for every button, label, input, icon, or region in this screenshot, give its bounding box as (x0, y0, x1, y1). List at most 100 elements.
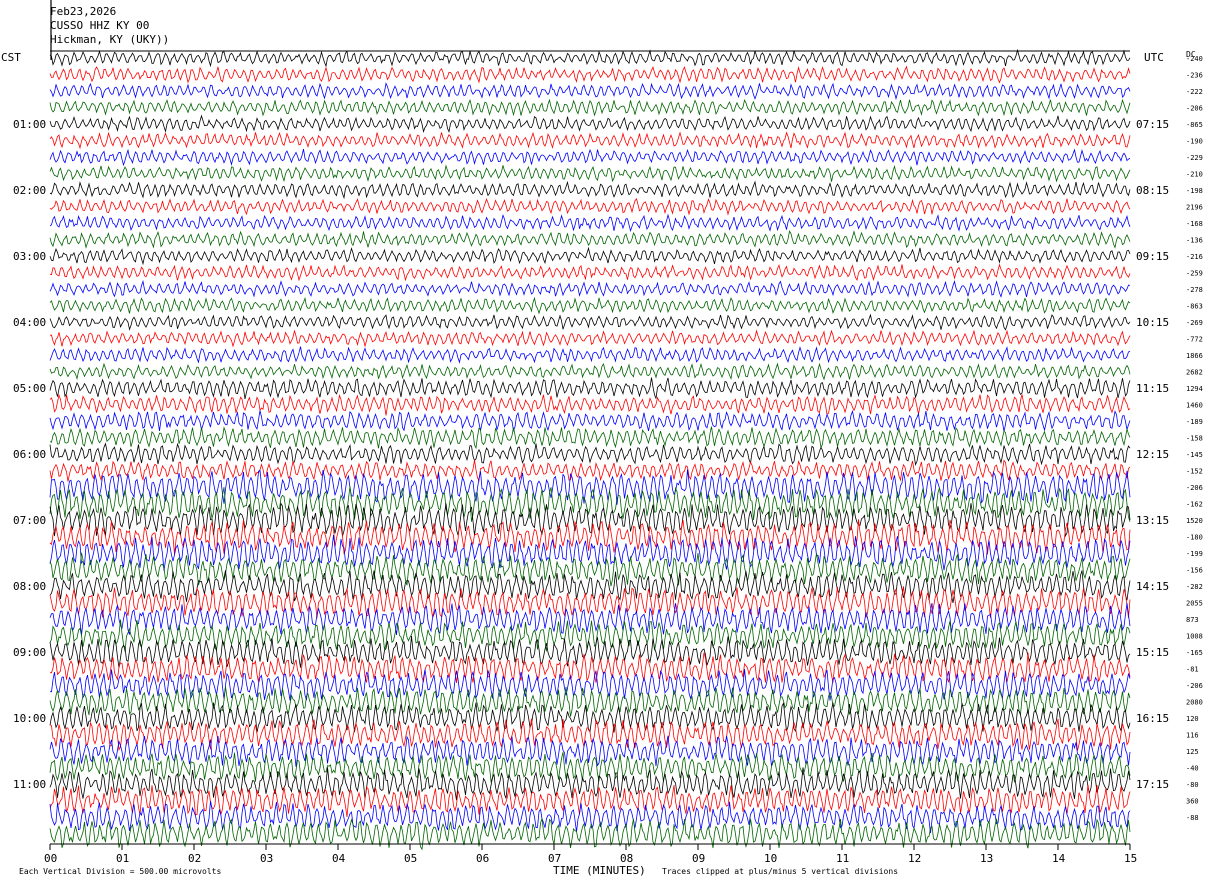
dc-offset-label: -136 (1186, 237, 1203, 245)
dc-offset-label: -236 (1186, 72, 1203, 80)
x-tick-label: 11 (836, 852, 849, 865)
dc-offset-label: 2196 (1186, 204, 1203, 212)
trace-line (49, 818, 1131, 851)
dc-offset-label: -189 (1186, 418, 1203, 426)
trace-line (49, 362, 1131, 381)
dc-offset-label: -210 (1186, 171, 1203, 179)
cst-hour-label: 01:00 (13, 118, 46, 131)
cst-hour-label: 02:00 (13, 184, 46, 197)
dc-offset-label: -180 (1186, 534, 1203, 542)
trace-line (49, 409, 1131, 433)
dc-offset-label: 125 (1186, 748, 1199, 756)
utc-hour-label: 15:15 (1136, 646, 1169, 659)
dc-offset-label: 2055 (1186, 600, 1203, 608)
dc-offset-label: -40 (1186, 765, 1199, 773)
dc-offset-label: -145 (1186, 451, 1203, 459)
x-axis-ticks: 00 01 02 03 04 05 06 07 08 09 10 11 12 13 14 15 (44, 844, 1137, 865)
x-tick-label: 15 (1124, 852, 1137, 865)
trace-line (49, 164, 1131, 183)
dc-offset-label: -158 (1186, 435, 1203, 443)
x-tick-label: 13 (980, 852, 993, 865)
cst-hour-label: 04:00 (13, 316, 46, 329)
x-tick-label: 09 (692, 852, 705, 865)
cst-label: CST (1, 51, 21, 64)
trace-line (49, 263, 1131, 282)
dc-offset-label: -168 (1186, 220, 1203, 228)
cst-hour-label: 05:00 (13, 382, 46, 395)
dc-offset-label: -863 (1186, 303, 1203, 311)
trace-line (49, 669, 1131, 701)
x-tick-label: 06 (476, 852, 489, 865)
utc-hour-label: 11:15 (1136, 382, 1169, 395)
x-tick-label: 10 (764, 852, 777, 865)
trace-line (49, 718, 1131, 752)
dc-offset-label: -88 (1186, 814, 1199, 822)
utc-hour-label: 13:15 (1136, 514, 1169, 527)
dc-offset-labels: -240-236-222-206-865-190-229-210-1982196… (1186, 55, 1203, 822)
x-tick-label: 04 (332, 852, 346, 865)
trace-line (49, 114, 1131, 134)
trace-line (49, 98, 1131, 117)
dc-offset-label: -229 (1186, 154, 1203, 162)
trace-line (49, 393, 1131, 416)
trace-line (49, 635, 1131, 669)
cst-hour-label: 06:00 (13, 448, 46, 461)
dc-offset-label: 1866 (1186, 352, 1203, 360)
dc-offset-label: -80 (1186, 781, 1199, 789)
dc-offset-label: -216 (1186, 253, 1203, 261)
utc-hour-label: 16:15 (1136, 712, 1169, 725)
dc-offset-label: -278 (1186, 286, 1203, 294)
dc-offset-label: 1460 (1186, 402, 1203, 410)
trace-line (49, 198, 1131, 216)
dc-offset-label: -772 (1186, 336, 1203, 344)
utc-label: UTC (1144, 51, 1164, 64)
x-tick-label: 05 (404, 852, 417, 865)
dc-offset-label: -190 (1186, 138, 1203, 146)
cst-hour-label: 09:00 (13, 646, 46, 659)
trace-line (49, 131, 1131, 150)
utc-hour-label: 10:15 (1136, 316, 1169, 329)
trace-line (49, 442, 1131, 466)
trace-line (49, 469, 1131, 505)
trace-line (49, 586, 1131, 619)
station-label: CUSSO HHZ KY 00 (50, 19, 150, 32)
dc-offset-label: 120 (1186, 715, 1199, 723)
dc-offset-label: -165 (1186, 649, 1203, 657)
trace-line (49, 213, 1131, 233)
dc-offset-label: -269 (1186, 319, 1203, 327)
division-note: Each Vertical Division = 500.00 microvol… (19, 867, 222, 876)
dc-offset-label: -162 (1186, 501, 1203, 509)
dc-offset-label: -152 (1186, 468, 1203, 476)
dc-offset-label: -156 (1186, 567, 1203, 575)
trace-line (49, 313, 1131, 331)
clip-note: Traces clipped at plus/minus 5 vertical … (662, 867, 899, 876)
x-tick-label: 14 (1052, 852, 1066, 865)
dc-offset-label: 360 (1186, 798, 1199, 806)
dc-offset-label: -81 (1186, 666, 1199, 674)
dc-offset-label: 116 (1186, 732, 1199, 740)
trace-line (49, 82, 1131, 101)
trace-line (49, 296, 1131, 315)
dc-offset-label: -198 (1186, 187, 1203, 195)
trace-line (49, 686, 1131, 717)
dc-offset-label: -199 (1186, 550, 1203, 558)
trace-line (49, 148, 1131, 167)
dc-offset-label: -282 (1186, 583, 1203, 591)
x-tick-label: 00 (44, 852, 57, 865)
x-tick-label: 01 (116, 852, 129, 865)
dc-label: DC (1186, 50, 1196, 59)
dc-offset-label: 1008 (1186, 633, 1203, 641)
trace-line (49, 230, 1131, 249)
trace-line (49, 48, 1131, 68)
trace-line (49, 377, 1131, 399)
utc-hour-label: 14:15 (1136, 580, 1169, 593)
utc-hour-label: 12:15 (1136, 448, 1169, 461)
dc-offset-label: -206 (1186, 484, 1203, 492)
location-label: Hickman, KY (UKY)) (50, 33, 170, 46)
seismogram-chart: 00 01 02 03 04 05 06 07 08 09 10 11 12 13 14 15 01:0002… (1, 0, 1203, 877)
x-tick-label: 12 (908, 852, 921, 865)
dc-offset-label: -206 (1186, 682, 1203, 690)
x-tick-label: 03 (260, 852, 273, 865)
cst-hour-label: 10:00 (13, 712, 46, 725)
dc-offset-label: 1294 (1186, 385, 1203, 393)
